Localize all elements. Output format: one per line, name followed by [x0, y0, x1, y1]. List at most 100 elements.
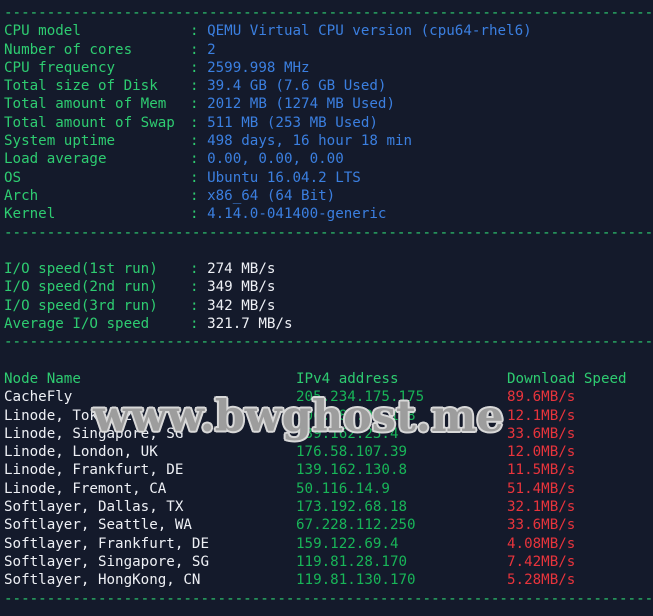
spacer-row: [0, 352, 653, 370]
colon-separator: :: [190, 23, 208, 40]
colon-separator: :: [190, 151, 208, 168]
info-value: 39.4 GB (7.6 GB Used): [207, 78, 387, 95]
node-name-cell: Softlayer, Seattle, WA: [4, 517, 192, 534]
header-node-name: Node Name: [4, 370, 81, 387]
info-label: OS: [4, 169, 22, 186]
colon-separator: :: [190, 78, 208, 95]
table-row: Linode, Tokyo 2, JP 106.187.96.148 12.1MB/…: [0, 407, 653, 425]
node-name-cell: Softlayer, HongKong, CN: [4, 572, 201, 589]
node-name-cell: Softlayer, Frankfurt, DE: [4, 535, 209, 552]
ipv4-address-cell: 159.122.69.4: [296, 535, 399, 552]
table-row: Softlayer, Frankfurt, DE 159.122.69.4 4.08…: [0, 535, 653, 553]
ipv4-address-cell: 139.162.23.4: [296, 425, 399, 442]
colon-separator: :: [190, 261, 208, 278]
io-value: 349 MB/s: [207, 279, 276, 296]
separator-after-io: ----------------------------------------…: [4, 334, 653, 351]
ipv4-address-cell: 139.162.130.8: [296, 462, 408, 479]
io-speed-block: I/O speed(1st run): 274 MB/s I/O speed(2n…: [0, 260, 653, 333]
ipv4-address-cell: 67.228.112.250: [296, 517, 416, 534]
separator-after-system-info: ----------------------------------------…: [4, 224, 653, 241]
table-row: Softlayer, Seattle, WA 67.228.112.250 33.6…: [0, 516, 653, 534]
download-speed-cell: 32.1MB/s: [507, 499, 576, 516]
info-row: Arch: x86_64 (64 Bit): [0, 187, 653, 205]
node-name-cell: Softlayer, Dallas, TX: [4, 499, 184, 516]
info-label: System uptime: [4, 133, 116, 150]
table-row: Linode, Frankfurt, DE 139.162.130.8 11.5MB…: [0, 461, 653, 479]
io-label: Average I/O speed: [4, 316, 150, 333]
colon-separator: :: [190, 316, 208, 333]
network-table-body: CacheFly 205.234.175.175 89.6MB/s Linode, T…: [0, 388, 653, 589]
download-speed-cell: 7.42MB/s: [507, 553, 576, 570]
info-row: Load average: 0.00, 0.00, 0.00: [0, 150, 653, 168]
info-row: Average I/O speed: 321.7 MB/s: [0, 315, 653, 333]
info-row: I/O speed(3rd run): 342 MB/s: [0, 297, 653, 315]
header-ipv4-address: IPv4 address: [296, 370, 399, 387]
download-speed-cell: 4.08MB/s: [507, 535, 576, 552]
spacer-row: [0, 242, 653, 260]
io-value: 342 MB/s: [207, 297, 276, 314]
info-label: Total amount of Mem: [4, 96, 167, 113]
table-row: CacheFly 205.234.175.175 89.6MB/s: [0, 388, 653, 406]
info-value: 2012 MB (1274 MB Used): [207, 96, 396, 113]
info-row: I/O speed(1st run): 274 MB/s: [0, 260, 653, 278]
info-value: 4.14.0-041400-generic: [207, 206, 387, 223]
node-name-cell: Linode, Singapore, SG: [4, 425, 184, 442]
ipv4-address-cell: 205.234.175.175: [296, 389, 425, 406]
info-row: Kernel: 4.14.0-041400-generic: [0, 205, 653, 223]
io-label: I/O speed(1st run): [4, 261, 158, 278]
table-row: Softlayer, Singapore, SG 119.81.28.170 7.4…: [0, 553, 653, 571]
ipv4-address-cell: 119.81.28.170: [296, 553, 408, 570]
download-speed-cell: 51.4MB/s: [507, 480, 576, 497]
info-value: QEMU Virtual CPU version (cpu64-rhel6): [207, 23, 532, 40]
node-name-cell: CacheFly: [4, 389, 73, 406]
info-label: Arch: [4, 187, 39, 204]
info-row: System uptime: 498 days, 16 hour 18 min: [0, 132, 653, 150]
ipv4-address-cell: 173.192.68.18: [296, 499, 408, 516]
node-name-cell: Softlayer, Singapore, SG: [4, 553, 209, 570]
info-label: Kernel: [4, 206, 56, 223]
colon-separator: :: [190, 41, 208, 58]
table-row: Softlayer, HongKong, CN 119.81.130.170 5.2…: [0, 571, 653, 589]
info-row: OS: Ubuntu 16.04.2 LTS: [0, 169, 653, 187]
node-name-cell: Linode, Frankfurt, DE: [4, 462, 184, 479]
info-label: CPU model: [4, 23, 81, 40]
separator-top: ----------------------------------------…: [4, 5, 653, 21]
info-value: 2599.998 MHz: [207, 59, 310, 76]
node-name-cell: Linode, Fremont, CA: [4, 480, 167, 497]
colon-separator: :: [190, 59, 208, 76]
download-speed-cell: 5.28MB/s: [507, 572, 576, 589]
ipv4-address-cell: 50.116.14.9: [296, 480, 390, 497]
io-label: I/O speed(2nd run): [4, 279, 158, 296]
colon-separator: :: [190, 133, 208, 150]
info-label: Total amount of Swap: [4, 114, 175, 131]
info-row: CPU frequency: 2599.998 MHz: [0, 59, 653, 77]
info-row: CPU model: QEMU Virtual CPU version (cpu…: [0, 22, 653, 40]
colon-separator: :: [190, 187, 208, 204]
info-row: I/O speed(2nd run): 349 MB/s: [0, 278, 653, 296]
download-speed-cell: 12.0MB/s: [507, 444, 576, 461]
info-row: Total amount of Swap: 511 MB (253 MB Use…: [0, 114, 653, 132]
table-row: Linode, Singapore, SG 139.162.23.4 33.6MB/…: [0, 425, 653, 443]
table-row: Linode, Fremont, CA 50.116.14.9 51.4MB/s: [0, 480, 653, 498]
network-table-header: Node Name IPv4 address Download Speed: [0, 370, 653, 388]
info-label: Total size of Disk: [4, 78, 158, 95]
io-value: 274 MB/s: [207, 261, 276, 278]
info-value: 2: [207, 41, 216, 58]
table-row: Linode, London, UK 176.58.107.39 12.0MB/s: [0, 443, 653, 461]
download-speed-cell: 11.5MB/s: [507, 462, 576, 479]
colon-separator: :: [190, 279, 208, 296]
ipv4-address-cell: 119.81.130.170: [296, 572, 416, 589]
info-value: 511 MB (253 MB Used): [207, 114, 378, 131]
io-label: I/O speed(3rd run): [4, 297, 158, 314]
download-speed-cell: 12.1MB/s: [507, 407, 576, 424]
info-row: Total amount of Mem: 2012 MB (1274 MB Us…: [0, 95, 653, 113]
colon-separator: :: [190, 96, 208, 113]
info-value: Ubuntu 16.04.2 LTS: [207, 169, 361, 186]
colon-separator: :: [190, 169, 208, 186]
system-info-block: CPU model: QEMU Virtual CPU version (cpu…: [0, 22, 653, 223]
terminal-window[interactable]: ----------------------------------------…: [0, 0, 653, 616]
info-value: x86_64 (64 Bit): [207, 187, 336, 204]
download-speed-cell: 33.6MB/s: [507, 517, 576, 534]
node-name-cell: Linode, London, UK: [4, 444, 158, 461]
info-label: CPU frequency: [4, 59, 116, 76]
